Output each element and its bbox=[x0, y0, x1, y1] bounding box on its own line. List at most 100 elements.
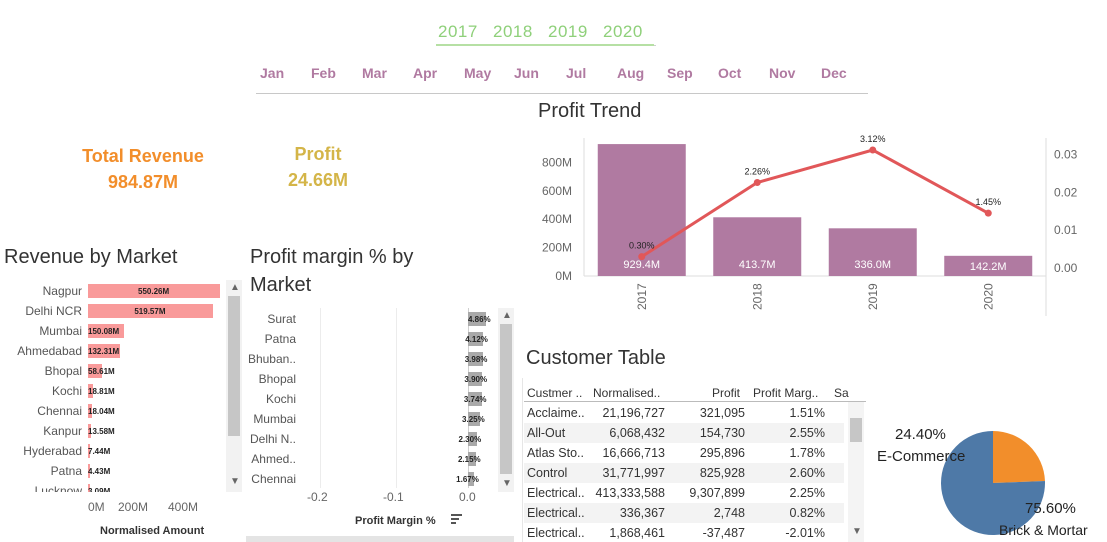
table-header-normalised[interactable]: Normalised.. bbox=[593, 386, 660, 400]
table-scrollbar[interactable]: ▼ bbox=[848, 402, 864, 542]
profit-margin-point bbox=[638, 253, 646, 261]
market-label: Ahmed.. bbox=[251, 452, 296, 466]
table-header-sales[interactable]: Sa bbox=[834, 386, 849, 400]
market-label: Patna bbox=[264, 332, 296, 346]
scroll-thumb[interactable] bbox=[228, 296, 240, 436]
cell-normalised: 21,196,727 bbox=[602, 406, 665, 420]
gridline bbox=[320, 308, 321, 488]
cell-profit-margin: -2.01% bbox=[785, 526, 825, 540]
y-left-tick: 400M bbox=[542, 212, 572, 226]
revenue-bar-label: 18.04M bbox=[88, 407, 115, 416]
revenue-bar-label: 150.08M bbox=[88, 327, 120, 336]
revenue-bar-label: 3.09M bbox=[88, 487, 111, 492]
revenue-bar-label: 519.57M bbox=[134, 307, 166, 316]
year-filter[interactable]: 2017 2018 2019 2020 bbox=[436, 20, 656, 46]
profit-margin-bar-label: 3.25% bbox=[462, 415, 485, 424]
cell-profit: 2,748 bbox=[713, 506, 745, 520]
table-header-profit-margin[interactable]: Profit Marg.. bbox=[753, 386, 818, 400]
profit-trend-title: Profit Trend bbox=[538, 100, 642, 122]
y-right-tick: 0.02 bbox=[1054, 185, 1078, 199]
market-label: Bhuban.. bbox=[247, 352, 296, 366]
pie-slice[interactable] bbox=[993, 431, 1045, 483]
month-item[interactable]: Aug bbox=[617, 65, 644, 81]
revenue-by-market-chart: Nagpur 550.26M Delhi NCR 519.57M Mumbai 150.0… bbox=[0, 280, 246, 492]
revenue-bar-label: 550.26M bbox=[138, 287, 170, 296]
x-category-tick: 2017 bbox=[635, 283, 649, 310]
cell-customer: Electrical.. bbox=[527, 506, 585, 520]
scroll-down-icon[interactable]: ▼ bbox=[230, 476, 240, 487]
y-left-tick: 800M bbox=[542, 155, 572, 169]
month-item[interactable]: Jul bbox=[566, 65, 586, 81]
year-2017[interactable]: 2017 bbox=[438, 22, 478, 42]
pie-label-brick-name: Brick & Mortar bbox=[999, 522, 1088, 538]
month-item[interactable]: Mar bbox=[362, 65, 387, 81]
scroll-up-icon[interactable]: ▲ bbox=[230, 282, 240, 293]
profit-margin-chart: Surat 4.86% Patna 4.12% Bhuban.. 3.98% Bhopal 3… bbox=[244, 308, 500, 488]
profit-trend-bar-label: 336.0M bbox=[854, 259, 891, 271]
year-2020[interactable]: 2020 bbox=[603, 22, 643, 42]
profit-label: Profit bbox=[294, 144, 342, 164]
month-item[interactable]: Feb bbox=[311, 65, 336, 81]
table-header-profit[interactable]: Profit bbox=[712, 386, 740, 400]
scroll-down-icon[interactable]: ▼ bbox=[852, 526, 862, 537]
pie-label-ecommerce-name: E-Commerce bbox=[877, 448, 966, 465]
profit-margin-title-line1: Profit margin % by bbox=[250, 246, 414, 268]
month-item[interactable]: Oct bbox=[718, 65, 741, 81]
profit-margin-bar-label: 4.86% bbox=[467, 315, 491, 324]
cell-normalised: 336,367 bbox=[619, 506, 665, 520]
market-label: Bhopal bbox=[258, 372, 296, 386]
pie-label-brick-pct: 75.60% bbox=[1025, 500, 1076, 517]
scroll-thumb[interactable] bbox=[500, 324, 512, 474]
profit-margin-axis-label: Profit Margin % bbox=[355, 515, 436, 527]
table-header-divider bbox=[524, 401, 866, 402]
cell-profit: 9,307,899 bbox=[689, 486, 745, 500]
cell-normalised: 31,771,997 bbox=[602, 466, 665, 480]
cell-customer: Electrical.. bbox=[527, 526, 585, 540]
horizontal-scrollbar[interactable] bbox=[246, 536, 514, 542]
month-item[interactable]: Jan bbox=[260, 65, 284, 81]
profit-margin-point bbox=[984, 209, 992, 217]
revenue-scrollbar[interactable]: ▲ ▼ bbox=[226, 280, 242, 492]
profit-margin-bar-label: 1.67% bbox=[456, 475, 479, 484]
profit-margin-axis-tick: -0.1 bbox=[383, 490, 404, 504]
profit-margin-bar-label: 2.30% bbox=[458, 435, 482, 444]
x-category-tick: 2019 bbox=[866, 283, 880, 310]
scroll-thumb[interactable] bbox=[850, 418, 862, 442]
market-label: Kanpur bbox=[43, 424, 82, 438]
channel-pie-chart bbox=[941, 431, 1045, 535]
year-2019[interactable]: 2019 bbox=[548, 22, 588, 42]
cell-profit-margin: 2.55% bbox=[789, 426, 825, 440]
cell-profit-margin: 1.78% bbox=[789, 446, 825, 460]
revenue-axis-tick: 200M bbox=[118, 500, 149, 514]
month-item[interactable]: Dec bbox=[821, 65, 847, 81]
month-item[interactable]: Apr bbox=[413, 65, 437, 81]
profit-margin-point bbox=[753, 179, 761, 187]
table-header-customer[interactable]: Custmer .. bbox=[527, 386, 582, 400]
month-item[interactable]: Jun bbox=[514, 65, 539, 81]
profit-margin-axis-tick: -0.2 bbox=[307, 490, 328, 504]
cell-profit-margin: 0.82% bbox=[789, 506, 825, 520]
month-item[interactable]: Nov bbox=[769, 65, 795, 81]
market-label: Lucknow bbox=[34, 484, 82, 492]
y-right-tick: 0.01 bbox=[1054, 223, 1078, 237]
sort-icon[interactable] bbox=[451, 514, 462, 524]
month-item[interactable]: Sep bbox=[667, 65, 693, 81]
year-2018[interactable]: 2018 bbox=[493, 22, 533, 42]
month-filter[interactable]: Jan Feb Mar Apr May Jun Jul Aug Sep Oct … bbox=[256, 60, 868, 94]
cell-customer: All-Out bbox=[527, 426, 566, 440]
scroll-up-icon[interactable]: ▲ bbox=[502, 310, 512, 321]
total-revenue-value: 984.87M bbox=[107, 172, 179, 192]
profit-margin-bar-label: 3.98% bbox=[464, 355, 488, 364]
market-label: Mumbai bbox=[253, 412, 296, 426]
cell-profit-margin: 2.25% bbox=[789, 486, 825, 500]
profit-trend-chart: 0M 200M 400M 600M 800M 0.00 0.01 0.02 0.03 929.4M… bbox=[542, 134, 1078, 316]
profit-trend-bar-label: 142.2M bbox=[970, 261, 1007, 273]
profit-margin-bar-label: 3.74% bbox=[463, 395, 487, 404]
y-left-tick: 600M bbox=[542, 184, 572, 198]
cell-normalised: 413,333,588 bbox=[595, 486, 665, 500]
revenue-axis-label: Normalised Amount bbox=[100, 525, 205, 537]
profit-margin-scrollbar[interactable]: ▲ ▼ bbox=[498, 308, 514, 492]
month-item[interactable]: May bbox=[464, 65, 491, 81]
market-label: Ahmedabad bbox=[17, 344, 82, 358]
scroll-down-icon[interactable]: ▼ bbox=[502, 478, 512, 489]
